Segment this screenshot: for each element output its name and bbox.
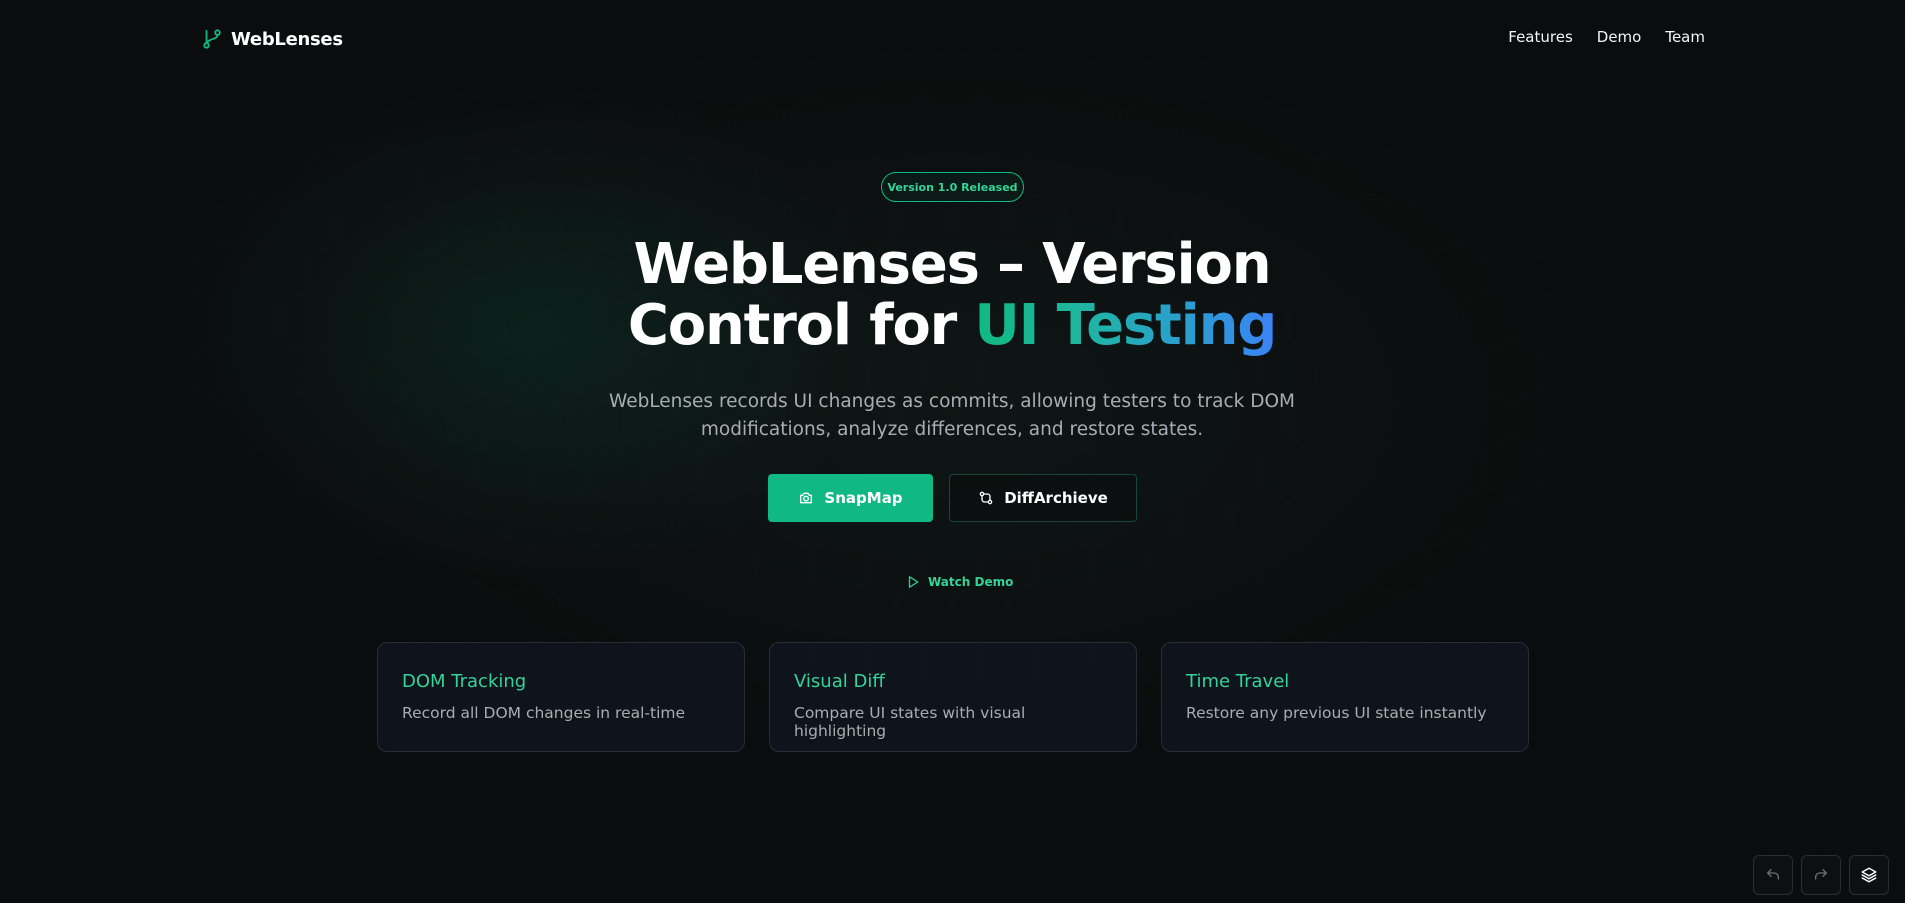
camera-icon — [798, 490, 814, 506]
top-navigation: WebLenses Features Demo Team — [0, 0, 1905, 78]
hero-title-line2-plain: Control for — [627, 293, 975, 358]
diffarchieve-label: DiffArchieve — [1004, 489, 1108, 507]
snapmap-button[interactable]: SnapMap — [768, 474, 933, 522]
nav-link-features[interactable]: Features — [1508, 28, 1573, 46]
hero-title: WebLenses – Version Control for UI Testi… — [452, 234, 1452, 356]
feature-description: Restore any previous UI state instantly — [1186, 704, 1487, 722]
hero-title-line1: WebLenses – Version — [633, 232, 1272, 297]
background-glow — [0, 0, 1905, 903]
nav-link-demo[interactable]: Demo — [1597, 28, 1642, 46]
hero-title-accent: UI Testing — [974, 293, 1277, 358]
nav-links: Features Demo Team — [1508, 28, 1705, 46]
snapmap-label: SnapMap — [824, 489, 903, 507]
git-branch-icon — [201, 28, 223, 50]
feature-description: Compare UI states with visual highlighti… — [794, 704, 1026, 740]
feature-card-dom-tracking: DOM Tracking Record all DOM changes in r… — [377, 642, 745, 752]
feature-title: Visual Diff — [794, 671, 885, 692]
nav-link-team[interactable]: Team — [1665, 28, 1705, 46]
layers-icon — [1860, 866, 1878, 884]
feature-card-visual-diff: Visual Diff Compare UI states with visua… — [769, 642, 1137, 752]
play-icon — [906, 575, 920, 589]
undo-icon — [1765, 867, 1781, 883]
diffarchieve-button[interactable]: DiffArchieve — [949, 474, 1137, 522]
brand-name: WebLenses — [231, 28, 343, 50]
feature-description: Record all DOM changes in real-time — [402, 704, 686, 722]
git-compare-icon — [978, 490, 994, 506]
feature-title: Time Travel — [1186, 671, 1290, 692]
layers-button[interactable] — [1849, 855, 1889, 895]
hero-subtitle: WebLenses records UI changes as commits,… — [608, 391, 1295, 440]
watch-demo-link[interactable]: Watch Demo — [906, 573, 1013, 591]
redo-icon — [1813, 867, 1829, 883]
feature-title: DOM Tracking — [402, 671, 527, 692]
brand-logo[interactable]: WebLenses — [201, 25, 343, 53]
redo-button[interactable] — [1801, 855, 1841, 895]
background-hex-pattern — [0, 0, 1905, 903]
version-badge: Version 1.0 Released — [881, 172, 1024, 202]
undo-button[interactable] — [1753, 855, 1793, 895]
feature-card-time-travel: Time Travel Restore any previous UI stat… — [1161, 642, 1529, 752]
watch-demo-label: Watch Demo — [928, 575, 1014, 589]
